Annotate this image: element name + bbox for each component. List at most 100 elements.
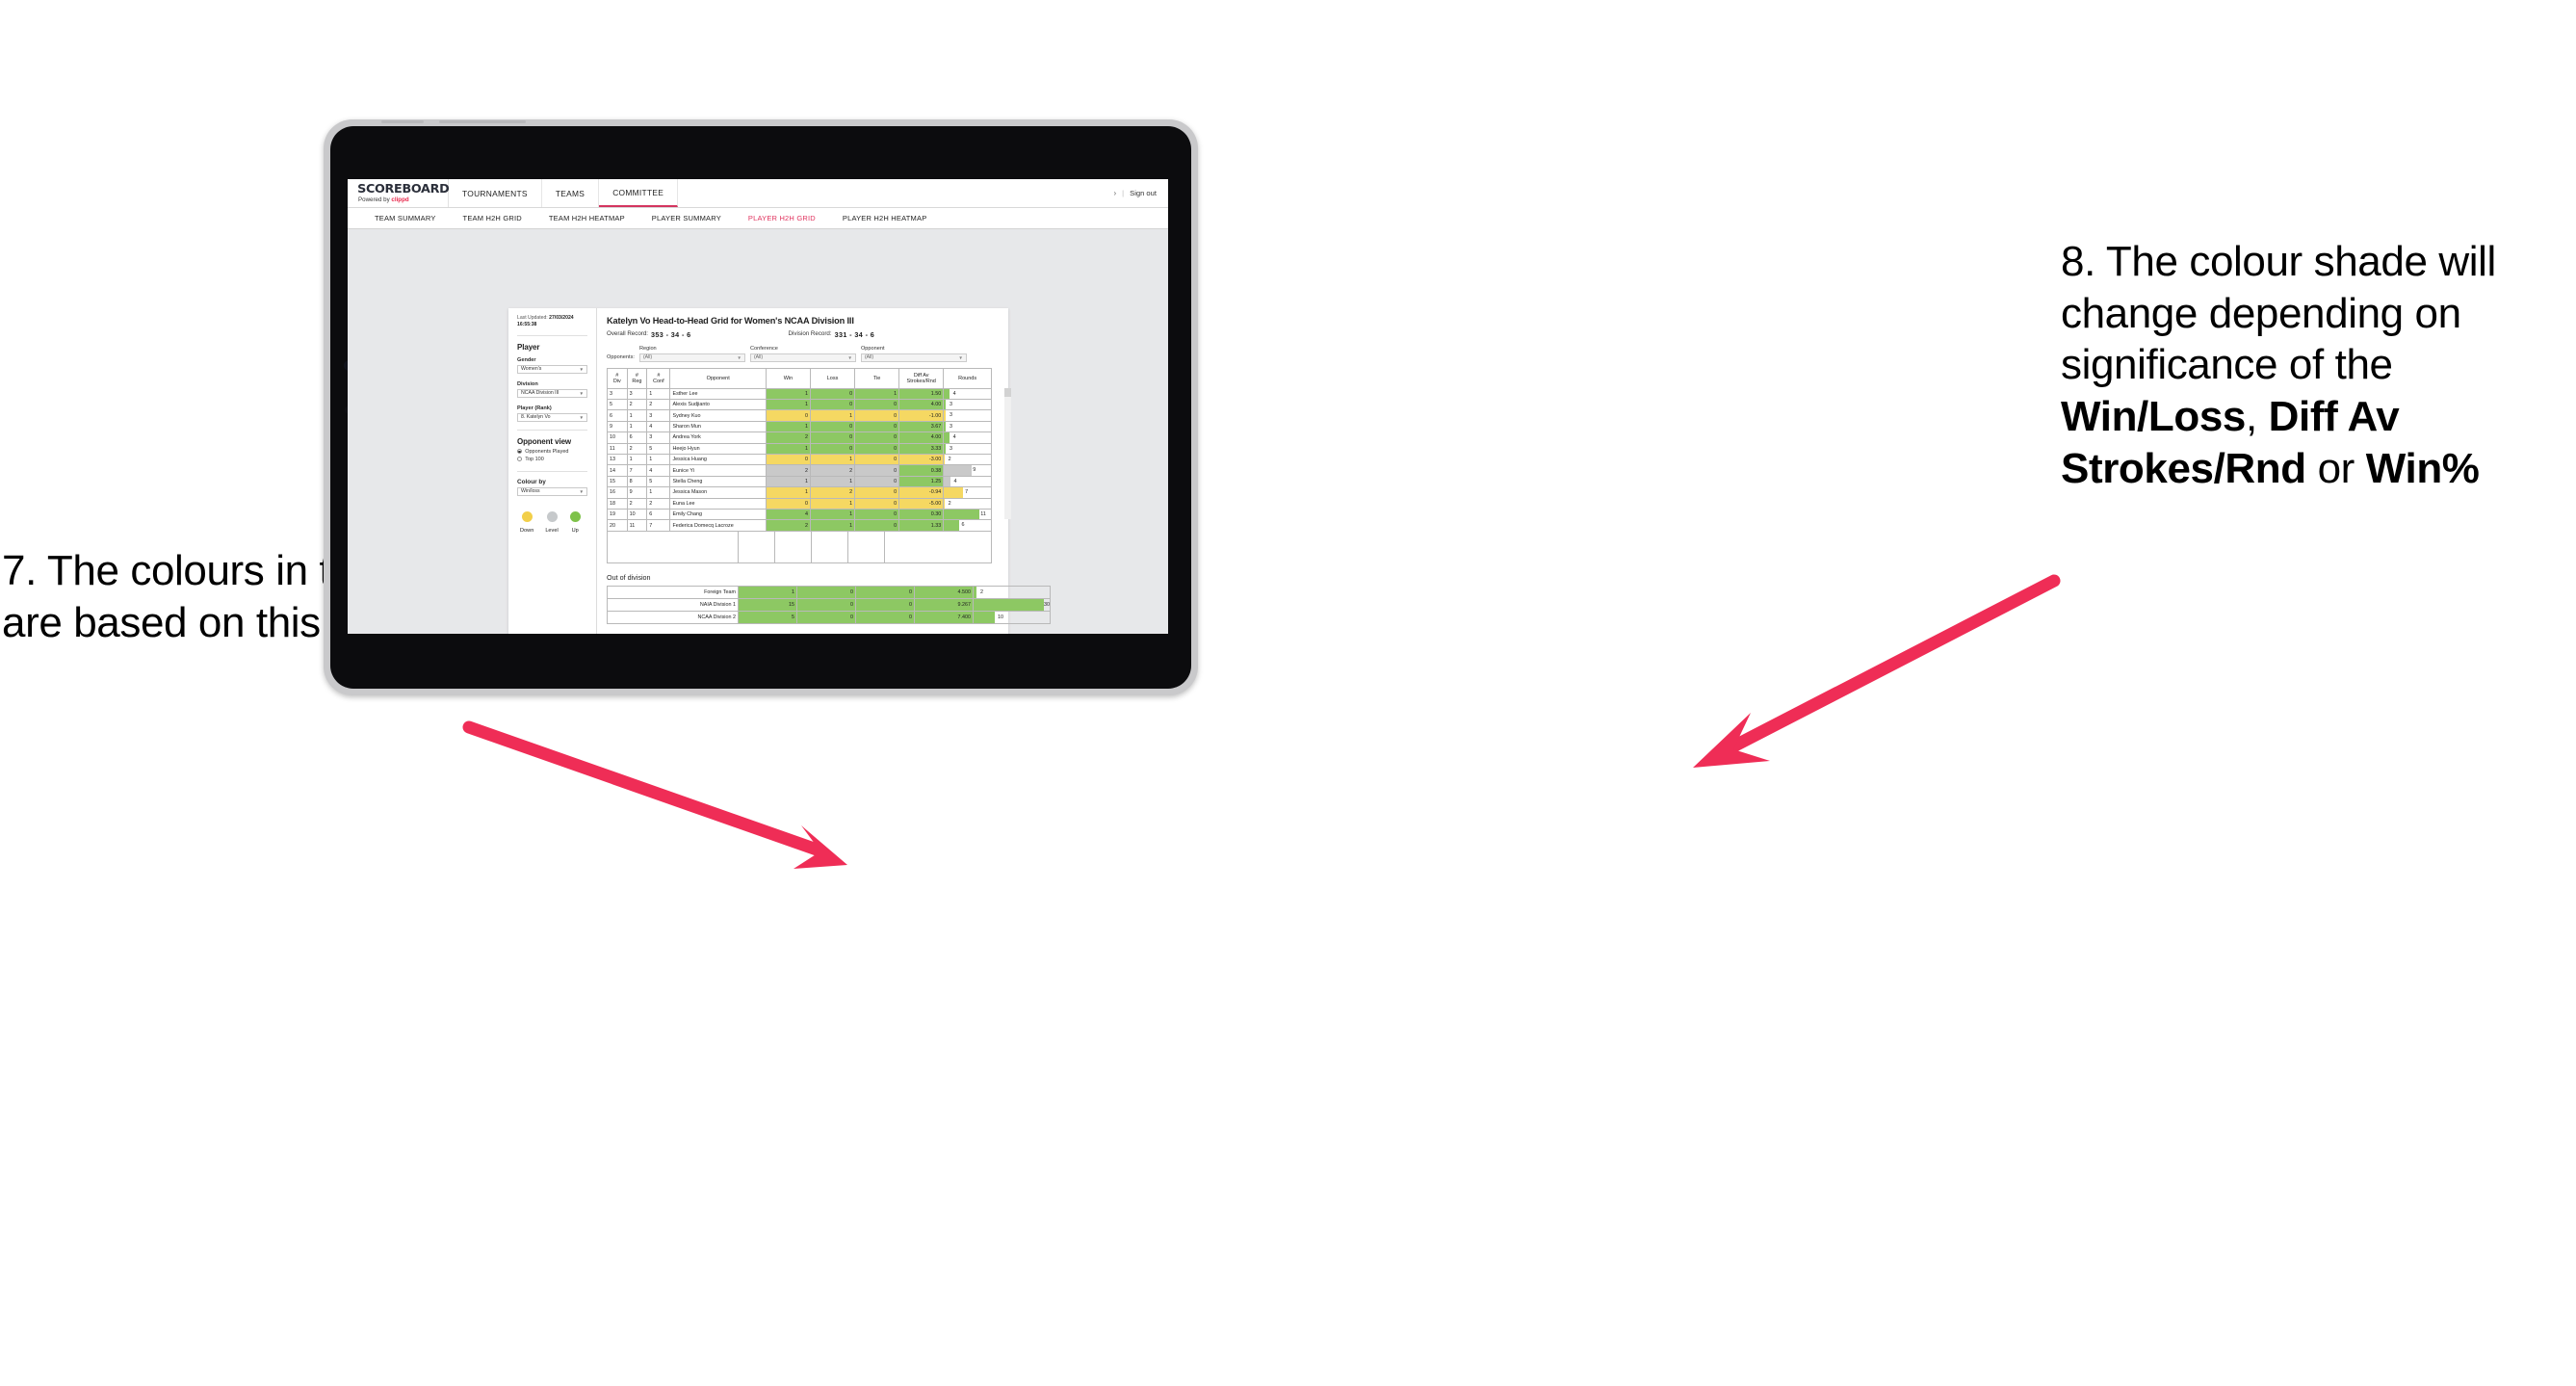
cell-loss: 0 (809, 420, 856, 433)
cell-opponent: Emily Chang (669, 508, 767, 521)
table-row[interactable]: 10 6 3 Andrea York 2 0 0 4.00 4 (607, 431, 992, 444)
cell-loss: 1 (809, 508, 856, 521)
table-row[interactable]: 19 10 6 Emily Chang 4 1 0 0.30 11 (607, 508, 992, 521)
slide-canvas: 7. The colours in the grid are based on … (0, 0, 2576, 1386)
cell-tie: 1 (854, 387, 900, 400)
cell-opponent: Heejo Hyun (669, 442, 767, 455)
subnav-player-h2h-grid[interactable]: PLAYER H2H GRID (735, 214, 829, 222)
col-opponent[interactable]: Opponent (669, 367, 767, 389)
cell-rounds: 2 (943, 497, 992, 510)
cell-div: 10 (607, 431, 628, 444)
subnav-team-h2h-heatmap[interactable]: TEAM H2H HEATMAP (535, 214, 638, 222)
table-row[interactable]: Foreign Team 1 0 0 4.500 2 (607, 585, 1051, 599)
grid-head: # Div # Reg # Conf Opponent Win Loss Tie Di… (607, 367, 992, 389)
grid-scrollbar-thumb[interactable] (1004, 387, 1011, 397)
table-row[interactable]: 14 7 4 Eunice Yi 2 2 0 0.38 9 (607, 464, 992, 477)
page-title: Katelyn Vo Head-to-Head Grid for Women's… (607, 316, 854, 326)
rounds-value: 9 (973, 467, 976, 474)
chevron-right-icon[interactable]: › (1113, 189, 1116, 197)
sign-out-link[interactable]: Sign out (1130, 189, 1157, 197)
table-row[interactable]: 20 11 7 Federica Domecq Lacroze 2 1 0 1.33 6 (607, 519, 992, 532)
col-diff[interactable]: Diff Av Strokes/Rnd (898, 367, 945, 389)
col-reg[interactable]: # Reg (626, 367, 648, 389)
rounds-bar (974, 612, 996, 623)
player-rank-label: Player (Rank) (517, 405, 552, 411)
col-header-line: Opponent (706, 375, 730, 381)
table-row[interactable]: 3 3 1 Esther Lee 1 0 1 1.50 4 (607, 387, 992, 400)
cell-win: 0 (765, 453, 811, 466)
cell-reg: 2 (626, 442, 648, 455)
col-conf[interactable]: # Conf (646, 367, 671, 389)
player-section-heading: Player (517, 342, 540, 352)
brand-logo[interactable]: SCOREBOARD Powered by clippd (348, 179, 450, 207)
subnav-team-summary[interactable]: TEAM SUMMARY (361, 214, 450, 222)
col-loss[interactable]: Loss (809, 367, 856, 389)
grid-scrollbar[interactable] (1004, 387, 1011, 519)
app-top-bar: SCOREBOARD Powered by clippd TOURNAMENTS… (348, 179, 1168, 208)
subnav-player-h2h-heatmap[interactable]: PLAYER H2H HEATMAP (829, 214, 941, 222)
colour-legend: Down Level Up (517, 510, 587, 534)
filter-region-value: (All) (642, 354, 653, 360)
table-row[interactable]: 9 1 4 Sharon Mun 1 0 0 3.67 3 (607, 420, 992, 433)
colour-by-select[interactable]: Win/loss ▼ (517, 486, 587, 496)
nav-tournaments[interactable]: TOURNAMENTS (449, 179, 542, 207)
opponents-label: Opponents: (607, 353, 635, 360)
filter-region-select[interactable]: (All) ▼ (638, 353, 745, 362)
division-value: NCAA Division III (521, 390, 559, 397)
legend-item-level: Level (545, 510, 559, 534)
col-win[interactable]: Win (765, 367, 811, 389)
gender-select[interactable]: Women's ▼ (517, 364, 587, 374)
rounds-value: 4 (952, 390, 956, 397)
cell-diff: -0.94 (898, 486, 945, 499)
division-select[interactable]: NCAA Division III ▼ (517, 388, 587, 398)
radio-label: Top 100 (525, 456, 544, 462)
last-updated-label: Last Updated: (517, 315, 550, 321)
rounds-value: 3 (950, 412, 952, 419)
cell-reg: 2 (626, 398, 648, 411)
table-row[interactable]: 16 9 1 Jessica Mason 1 2 0 -0.94 7 (607, 486, 992, 499)
cell-div: 18 (607, 497, 628, 510)
table-row[interactable]: 13 1 1 Jessica Huang 0 1 0 -3.00 2 (607, 453, 992, 466)
cell-div: 15 (607, 475, 628, 488)
table-row[interactable]: 5 2 2 Alexis Sudjianto 1 0 0 4.00 3 (607, 398, 992, 411)
chevron-down-icon: ▼ (579, 414, 584, 420)
player-rank-value: 8. Katelyn Vo (521, 414, 551, 421)
annotation-8-mid-1: , (2245, 393, 2269, 441)
filter-opponent-select[interactable]: (All) ▼ (860, 353, 967, 362)
col-div[interactable]: # Div (607, 367, 628, 389)
cell-reg: 1 (626, 409, 648, 422)
cell-div: 20 (607, 519, 628, 532)
player-rank-select[interactable]: 8. Katelyn Vo ▼ (517, 412, 587, 422)
empty-seg (608, 531, 739, 562)
radio-top-100[interactable]: Top 100 (517, 457, 587, 462)
cell-rounds: 3 (943, 398, 992, 411)
table-row[interactable]: 6 1 3 Sydney Kuo 0 1 0 -1.00 3 (607, 409, 992, 422)
cell-reg: 3 (626, 387, 648, 400)
cell-rounds: 2 (943, 453, 992, 466)
table-row[interactable]: NCAA Division 2 5 0 0 7.400 10 (607, 610, 1051, 624)
table-row[interactable]: NAIA Division 1 15 0 0 9.267 30 (607, 597, 1051, 612)
rounds-bar (944, 487, 963, 498)
table-row[interactable]: 11 2 5 Heejo Hyun 1 0 0 3.33 3 (607, 442, 992, 455)
rounds-value: 7 (965, 489, 969, 496)
table-row[interactable]: 15 8 5 Stella Cheng 1 1 0 1.25 4 (607, 475, 992, 488)
cell-win: 1 (765, 398, 811, 411)
col-rounds[interactable]: Rounds (943, 367, 992, 389)
radio-opponents-played[interactable]: Opponents Played (517, 449, 587, 455)
brand-sub-clippd: clippd (391, 196, 409, 203)
filter-conference-select[interactable]: (All) ▼ (749, 353, 856, 362)
division-record-label: Division Record: (788, 330, 832, 337)
table-row[interactable]: 18 2 2 Euna Lee 0 1 0 -5.00 2 (607, 497, 992, 510)
chevron-down-icon: ▼ (737, 354, 742, 360)
nav-teams[interactable]: TEAMS (542, 179, 600, 207)
subnav-team-h2h-grid[interactable]: TEAM H2H GRID (450, 214, 535, 222)
nav-committee[interactable]: COMMITTEE (599, 179, 679, 207)
brand-sub-prefix: Powered by (358, 196, 392, 203)
subnav-player-summary[interactable]: PLAYER SUMMARY (638, 214, 735, 222)
col-header-line: Tie (872, 375, 881, 381)
cell-rounds: 6 (943, 519, 992, 532)
col-tie[interactable]: Tie (854, 367, 900, 389)
rounds-value: 11 (980, 510, 986, 517)
cell-conf: 2 (646, 497, 671, 510)
gender-value: Women's (521, 366, 542, 373)
